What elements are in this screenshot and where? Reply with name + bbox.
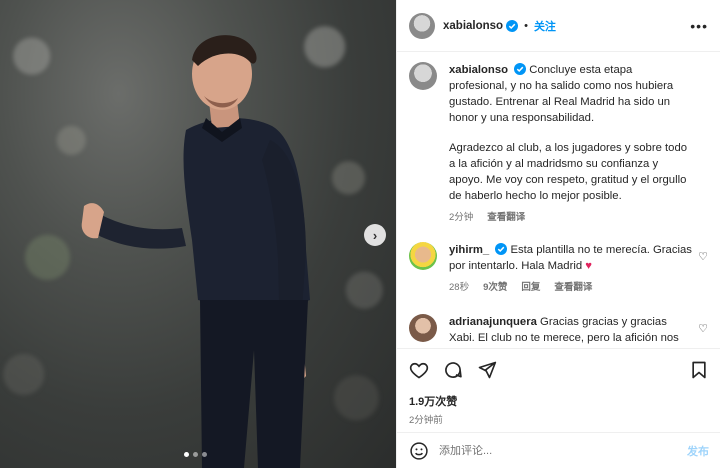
post-comment-button[interactable]: 发布 [687, 443, 709, 459]
comment-composer: 发布 [397, 432, 720, 468]
author-username[interactable]: xabialonso [443, 20, 503, 32]
reply-link[interactable]: 回复 [521, 280, 540, 296]
commenter-username[interactable]: adrianajunquera [449, 316, 537, 328]
send-icon[interactable] [477, 360, 497, 380]
comment-icon[interactable] [443, 360, 463, 380]
author-avatar[interactable] [409, 12, 435, 39]
verified-badge-icon [514, 63, 527, 75]
like-comment-heart-icon[interactable]: ♡ [698, 322, 708, 335]
follow-button[interactable]: 关注 [534, 18, 556, 34]
post-header: xabialonso • 关注 ••• [397, 0, 720, 52]
caption: xabialonso Concluye esta etapa profesion… [409, 62, 708, 226]
comment-item: adrianajunquera Gracias gracias y gracia… [409, 314, 708, 348]
post-photo: › [0, 0, 396, 468]
commenter-avatar[interactable] [409, 242, 437, 270]
next-image-button[interactable]: › [364, 224, 386, 246]
more-options-icon[interactable]: ••• [690, 18, 708, 34]
heart-emoji: ♥ [585, 260, 592, 272]
carousel-dot [184, 452, 189, 457]
like-comment-heart-icon[interactable]: ♡ [698, 250, 708, 263]
instagram-post-modal: › xabialonso • 关注 ••• xabialonso Concluy… [0, 0, 720, 468]
verified-badge-icon [506, 19, 519, 32]
likes-count[interactable]: 1.9万次赞 [409, 393, 709, 409]
commenter-avatar[interactable] [409, 314, 437, 342]
author-avatar[interactable] [409, 62, 437, 90]
carousel-dot [202, 452, 207, 457]
post-time: 2分钟前 [409, 415, 443, 426]
verified-badge-icon [495, 243, 508, 255]
separator-dot: • [524, 19, 528, 32]
post-actions: 1.9万次赞 2分钟前 [397, 348, 720, 426]
see-translation-link[interactable]: 查看翻译 [554, 280, 592, 296]
carousel-dot [193, 452, 198, 457]
add-comment-input[interactable] [439, 444, 687, 457]
caption-username[interactable]: xabialonso [449, 64, 508, 76]
comments-list: xabialonso Concluye esta etapa profesion… [397, 52, 720, 348]
smiley-icon[interactable] [409, 441, 429, 461]
post-sidebar: xabialonso • 关注 ••• xabialonso Concluye … [396, 0, 720, 468]
caption-time: 2分钟 [449, 212, 474, 223]
comment-meta: 28秒 9次赞 回复 查看翻译 [449, 280, 692, 296]
bookmark-icon[interactable] [689, 360, 709, 380]
heart-icon[interactable] [409, 360, 429, 380]
commenter-username[interactable]: yihirm_ [449, 244, 489, 256]
comment-likes[interactable]: 9次赞 [483, 280, 507, 296]
see-translation-link[interactable]: 查看翻译 [487, 210, 525, 226]
caption-meta: 2分钟 查看翻译 [449, 210, 692, 226]
comment-time: 28秒 [449, 282, 470, 293]
coach-figure [81, 35, 310, 468]
carousel-dots [184, 452, 207, 457]
caption-text-2: Agradezco al club, a los jugadores y sob… [449, 142, 688, 202]
comment-item: yihirm_ Esta plantilla no te merecía. Gr… [409, 242, 708, 296]
